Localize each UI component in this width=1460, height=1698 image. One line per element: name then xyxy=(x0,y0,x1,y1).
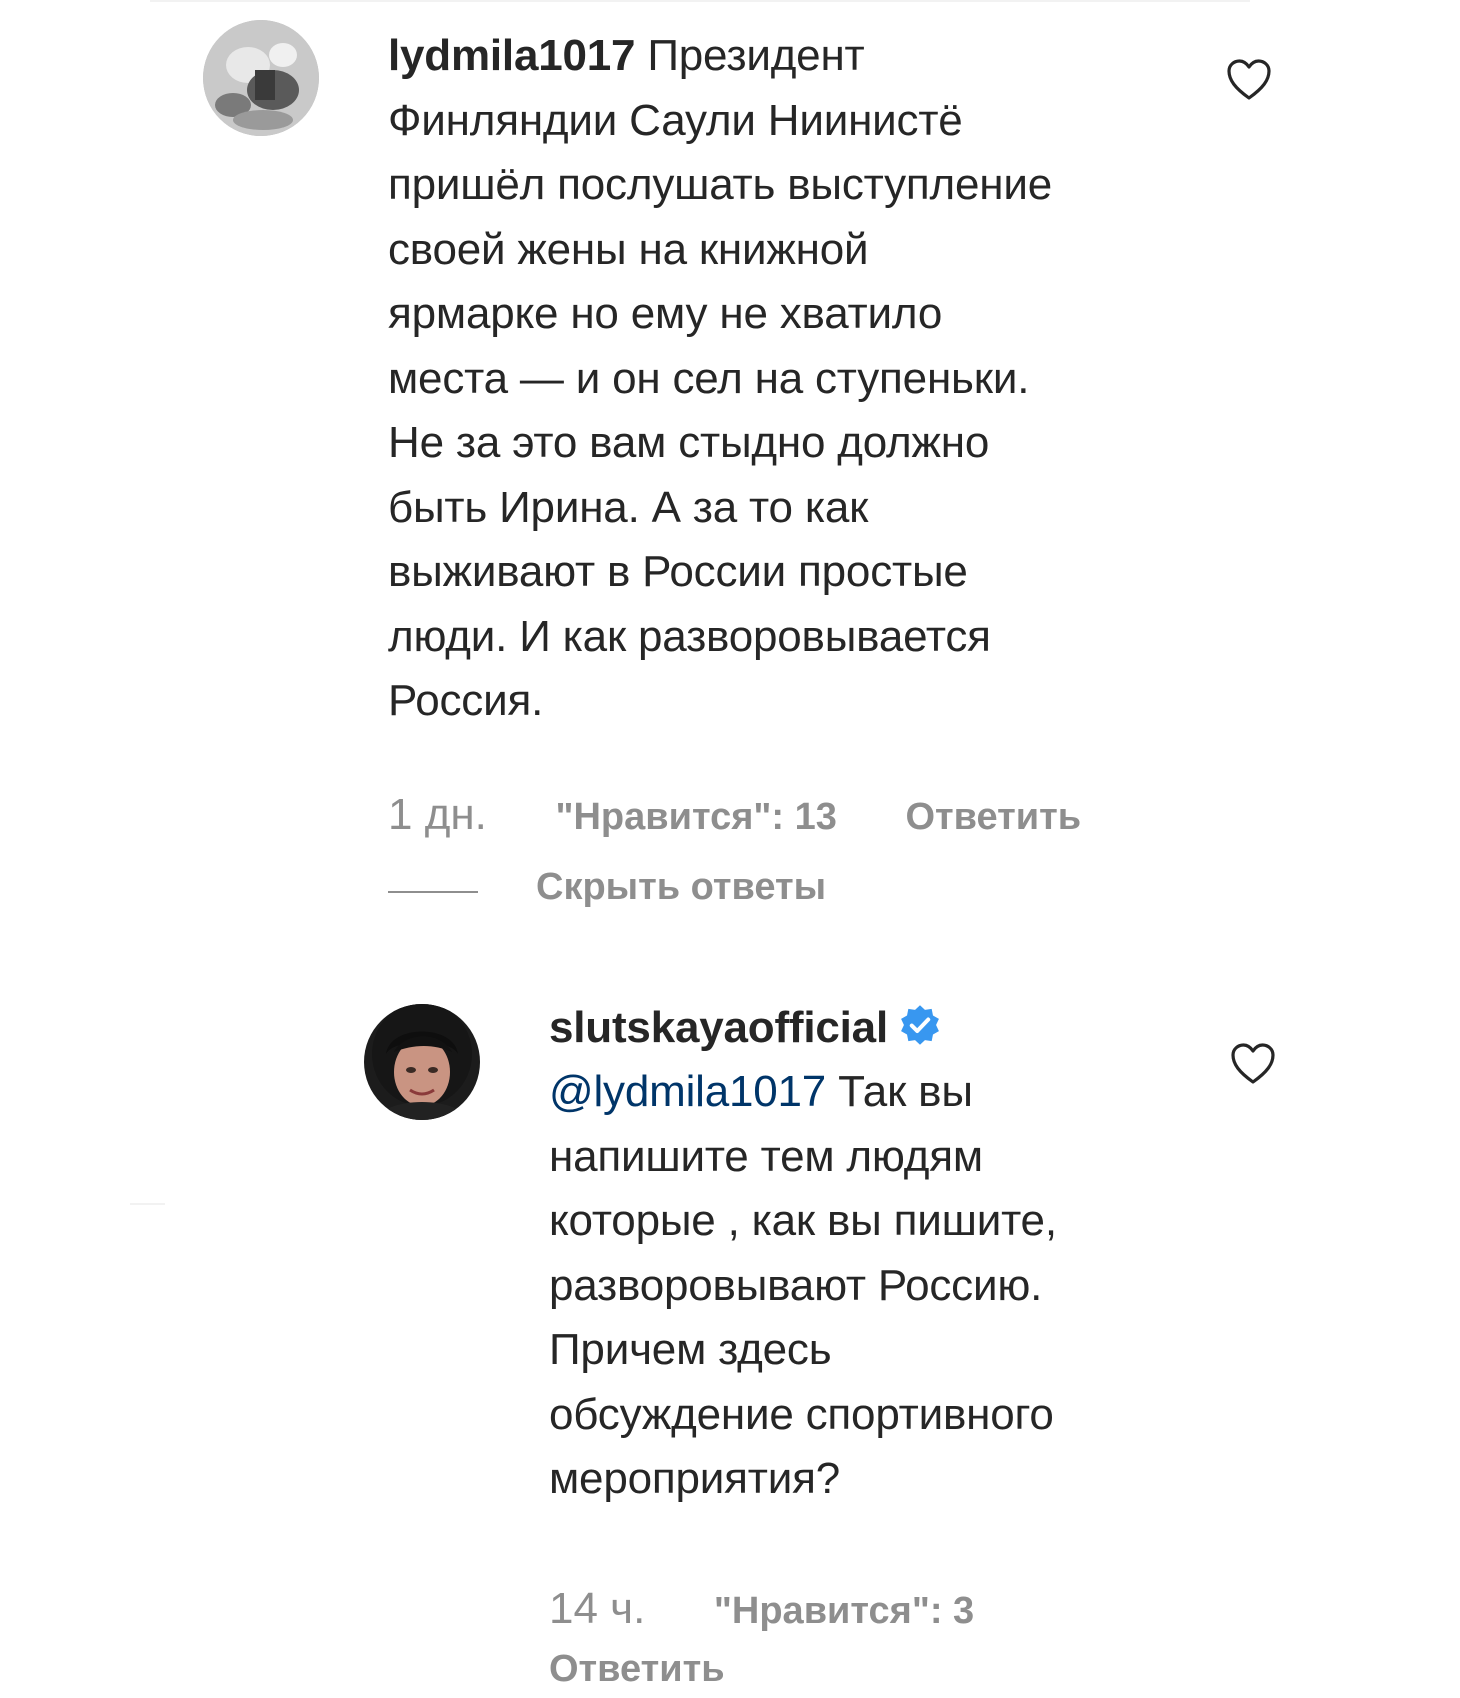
heart-outline-icon[interactable] xyxy=(1229,1040,1277,1088)
reply-mention-link[interactable]: @lydmila1017 xyxy=(549,1067,826,1116)
comment-reply-button[interactable]: Ответить xyxy=(905,796,1081,838)
hide-replies-line xyxy=(388,891,478,893)
reply-text: Так вы напишите тем людям которые , как … xyxy=(549,1067,1057,1503)
reply-likes[interactable]: "Нравится": 3 xyxy=(714,1590,974,1632)
heart-outline-icon[interactable] xyxy=(1225,56,1273,104)
reply-reply-button[interactable]: Ответить xyxy=(549,1648,725,1690)
reply-meta: 14 ч. "Нравится": 3 Ответить xyxy=(549,1580,1309,1698)
comment-text: Президент Финляндии Саули Ниинистё пришё… xyxy=(388,31,1052,725)
reply-timestamp[interactable]: 14 ч. xyxy=(549,1584,645,1633)
verified-badge-icon xyxy=(901,1005,939,1045)
avatar[interactable] xyxy=(203,20,319,136)
reply-header: slutskayaofficial xyxy=(549,996,1249,1061)
comment-item: lydmila1017 Президент Финляндии Саули Ни… xyxy=(0,0,1460,920)
hide-replies-button[interactable]: Скрыть ответы xyxy=(536,866,826,909)
reply-body: @lydmila1017 Так вы напишите тем людям к… xyxy=(549,1060,1249,1512)
comment-username[interactable]: lydmila1017 xyxy=(388,31,636,80)
comment-likes[interactable]: "Нравится": 13 xyxy=(555,796,836,838)
comment-timestamp[interactable]: 1 дн. xyxy=(388,790,487,839)
comment-body: lydmila1017 Президент Финляндии Саули Ни… xyxy=(388,24,1188,734)
reply-username[interactable]: slutskayaofficial xyxy=(549,1003,888,1052)
comment-meta: 1 дн. "Нравится": 13 Ответить xyxy=(388,790,1081,840)
avatar[interactable] xyxy=(364,1004,480,1120)
reply-item: slutskayaofficial @lydmila1017 Так вы на… xyxy=(0,990,1460,1690)
